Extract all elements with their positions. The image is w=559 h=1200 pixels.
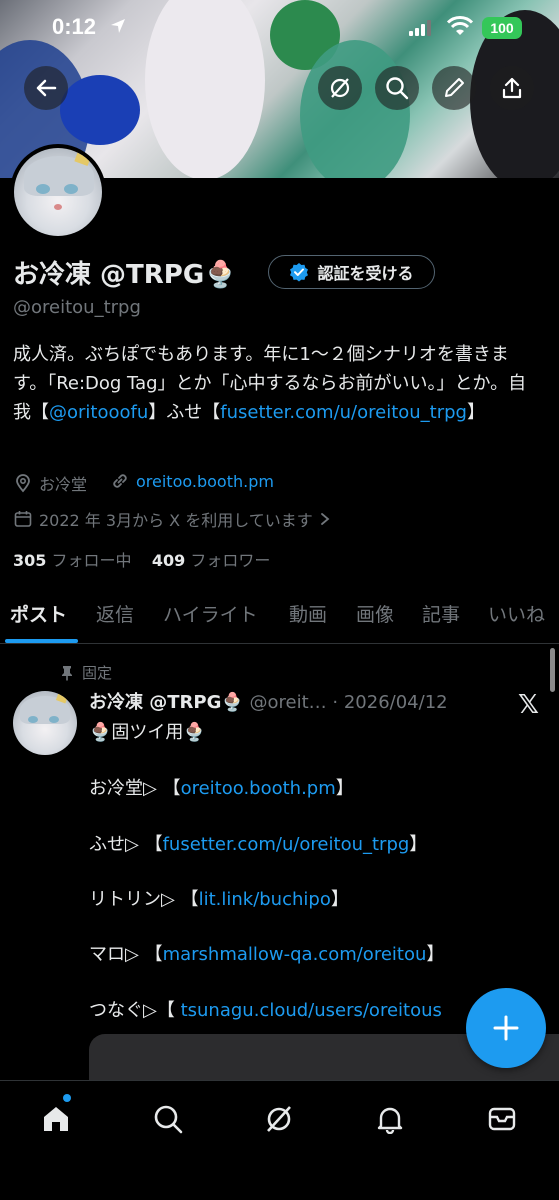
tab-videos[interactable]: 動画 — [289, 600, 327, 627]
share-icon — [502, 77, 522, 99]
tab-replies[interactable]: 返信 — [96, 600, 134, 627]
nav-notifications[interactable] — [370, 1099, 410, 1139]
post-line-prefix: つなぐ▷【 — [89, 1000, 181, 1021]
tab-images[interactable]: 画像 — [356, 600, 394, 627]
location-text: お冷堂 — [39, 475, 88, 494]
post-title: 🍨固ツイ用🍨 — [89, 722, 206, 743]
fusetter-link[interactable]: fusetter.com/u/oreitou_trpg — [163, 834, 410, 855]
profile-tabs: ポスト 返信 ハイライト 動画 画像 記事 いいね — [0, 592, 559, 644]
battery-indicator: 100 — [482, 17, 522, 39]
bio-fusetter-link[interactable]: fusetter.com/u/oreitou_trpg — [220, 402, 467, 423]
wifi-icon — [447, 16, 473, 35]
plus-icon — [493, 1015, 519, 1041]
profile-avatar[interactable] — [10, 144, 106, 240]
compose-button[interactable] — [466, 988, 546, 1068]
notifications-icon — [377, 1107, 403, 1134]
litlink-link[interactable]: lit.link/buchipo — [199, 889, 331, 910]
chevron-right-icon — [320, 513, 330, 525]
grok-icon — [330, 78, 350, 98]
post-author-avatar[interactable] — [13, 691, 77, 755]
post-handle-date: @oreit… · 2026/04/12 — [249, 692, 448, 713]
nav-grok[interactable] — [259, 1099, 299, 1139]
active-tab-indicator — [5, 639, 78, 643]
home-icon — [44, 1107, 68, 1131]
post-link-line: リトリン▷ 【lit.link/buchipo】 — [89, 885, 349, 911]
tab-highlights[interactable]: ハイライト — [163, 600, 258, 627]
post-header: お冷凍 @TRPG🍨 @oreit… · 2026/04/12 — [89, 688, 448, 714]
followers-count: 409 — [151, 551, 186, 570]
location-pin-icon — [16, 474, 30, 493]
x-logo-icon: 𝕏 — [518, 690, 539, 720]
joined-text: 2022 年 3月から X を利用しています — [39, 511, 313, 530]
banner-decoration — [60, 75, 140, 145]
nav-home[interactable] — [36, 1099, 76, 1139]
calendar-icon — [14, 511, 32, 527]
bio-text: 】ふせ【 — [148, 402, 221, 423]
scrollbar[interactable] — [550, 648, 555, 692]
tsunagu-link[interactable]: tsunagu.cloud/users/oreitous — [181, 1000, 442, 1021]
profile-joined[interactable]: 2022 年 3月から X を利用しています — [13, 507, 331, 531]
post-link-line: ふせ▷ 【fusetter.com/u/oreitou_trpg】 — [89, 830, 427, 856]
pinned-indicator: 固定 — [60, 662, 112, 683]
profile-website[interactable]: oreitoo.booth.pm — [110, 471, 274, 491]
grok-button[interactable] — [318, 66, 362, 110]
back-arrow-icon — [36, 79, 57, 97]
profile-bio: 成人済。ぶちぽでもあります。年に1〜２個シナリオを書きます。「Re:Dog Ta… — [13, 340, 543, 427]
profile-handle: @oreitou_trpg — [13, 297, 141, 318]
search-button[interactable] — [375, 66, 419, 110]
verified-badge-icon — [290, 263, 309, 282]
booth-link[interactable]: oreitoo.booth.pm — [181, 778, 336, 799]
nav-search[interactable] — [148, 1099, 188, 1139]
profile-display-name: お冷凍 @TRPG🍨 — [13, 260, 237, 290]
post-line-prefix: リトリン▷ 【 — [89, 889, 199, 910]
nav-messages[interactable] — [482, 1099, 522, 1139]
status-time: 0:12 — [52, 14, 97, 39]
post-link-line: つなぐ▷【 tsunagu.cloud/users/oreitous — [89, 996, 442, 1022]
post-line-suffix: 】 — [335, 778, 354, 799]
tab-posts[interactable]: ポスト — [10, 600, 67, 627]
post-line-suffix: 】 — [426, 944, 445, 965]
edit-button[interactable] — [432, 66, 476, 110]
search-icon — [154, 1105, 183, 1134]
pinned-label: 固定 — [82, 664, 113, 682]
get-verified-label: 認証を受ける — [317, 264, 414, 283]
link-icon — [113, 474, 127, 488]
profile-location: お冷堂 — [13, 471, 87, 495]
location-arrow-icon — [111, 19, 125, 33]
edit-icon — [445, 78, 464, 97]
home-notification-dot — [63, 1094, 71, 1102]
post-line-prefix: お冷堂▷ 【 — [89, 778, 181, 799]
followers-label: フォロワー — [190, 551, 271, 570]
post-link-line: お冷堂▷ 【oreitoo.booth.pm】 — [89, 774, 354, 800]
tab-likes[interactable]: いいね — [488, 600, 545, 627]
cellular-signal-icon — [409, 20, 431, 36]
post-line-suffix: 】 — [409, 834, 428, 855]
avatar-image — [14, 148, 102, 236]
profile-stats: 305 フォロー中 409 フォロワー — [13, 547, 270, 571]
followers-stat[interactable]: 409 フォロワー — [152, 551, 271, 570]
following-stat[interactable]: 305 フォロー中 — [13, 551, 132, 570]
post-line-suffix: 】 — [330, 889, 349, 910]
following-count: 305 — [13, 551, 47, 570]
marshmallow-link[interactable]: marshmallow-qa.com/oreitou — [163, 944, 427, 965]
share-button[interactable] — [490, 66, 534, 110]
bio-mention-link[interactable]: @oritooofu — [49, 402, 148, 423]
back-button[interactable] — [24, 66, 68, 110]
website-link[interactable]: oreitoo.booth.pm — [136, 472, 274, 491]
tab-articles[interactable]: 記事 — [422, 600, 460, 627]
grok-icon — [267, 1106, 291, 1132]
bottom-navigation — [0, 1080, 559, 1200]
messages-icon — [488, 1107, 516, 1131]
bio-text: 】 — [466, 402, 485, 423]
post-link-line: マロ▷ 【marshmallow-qa.com/oreitou】 — [89, 940, 444, 966]
search-icon — [386, 77, 409, 100]
pin-icon — [62, 665, 72, 680]
post-line-prefix: マロ▷ 【 — [89, 944, 163, 965]
get-verified-button[interactable]: 認証を受ける — [268, 255, 435, 289]
post-line-prefix: ふせ▷ 【 — [89, 834, 163, 855]
post-author-name[interactable]: お冷凍 @TRPG🍨 — [89, 692, 244, 713]
following-label: フォロー中 — [51, 551, 132, 570]
status-bar: 0:12 100 — [0, 0, 559, 58]
